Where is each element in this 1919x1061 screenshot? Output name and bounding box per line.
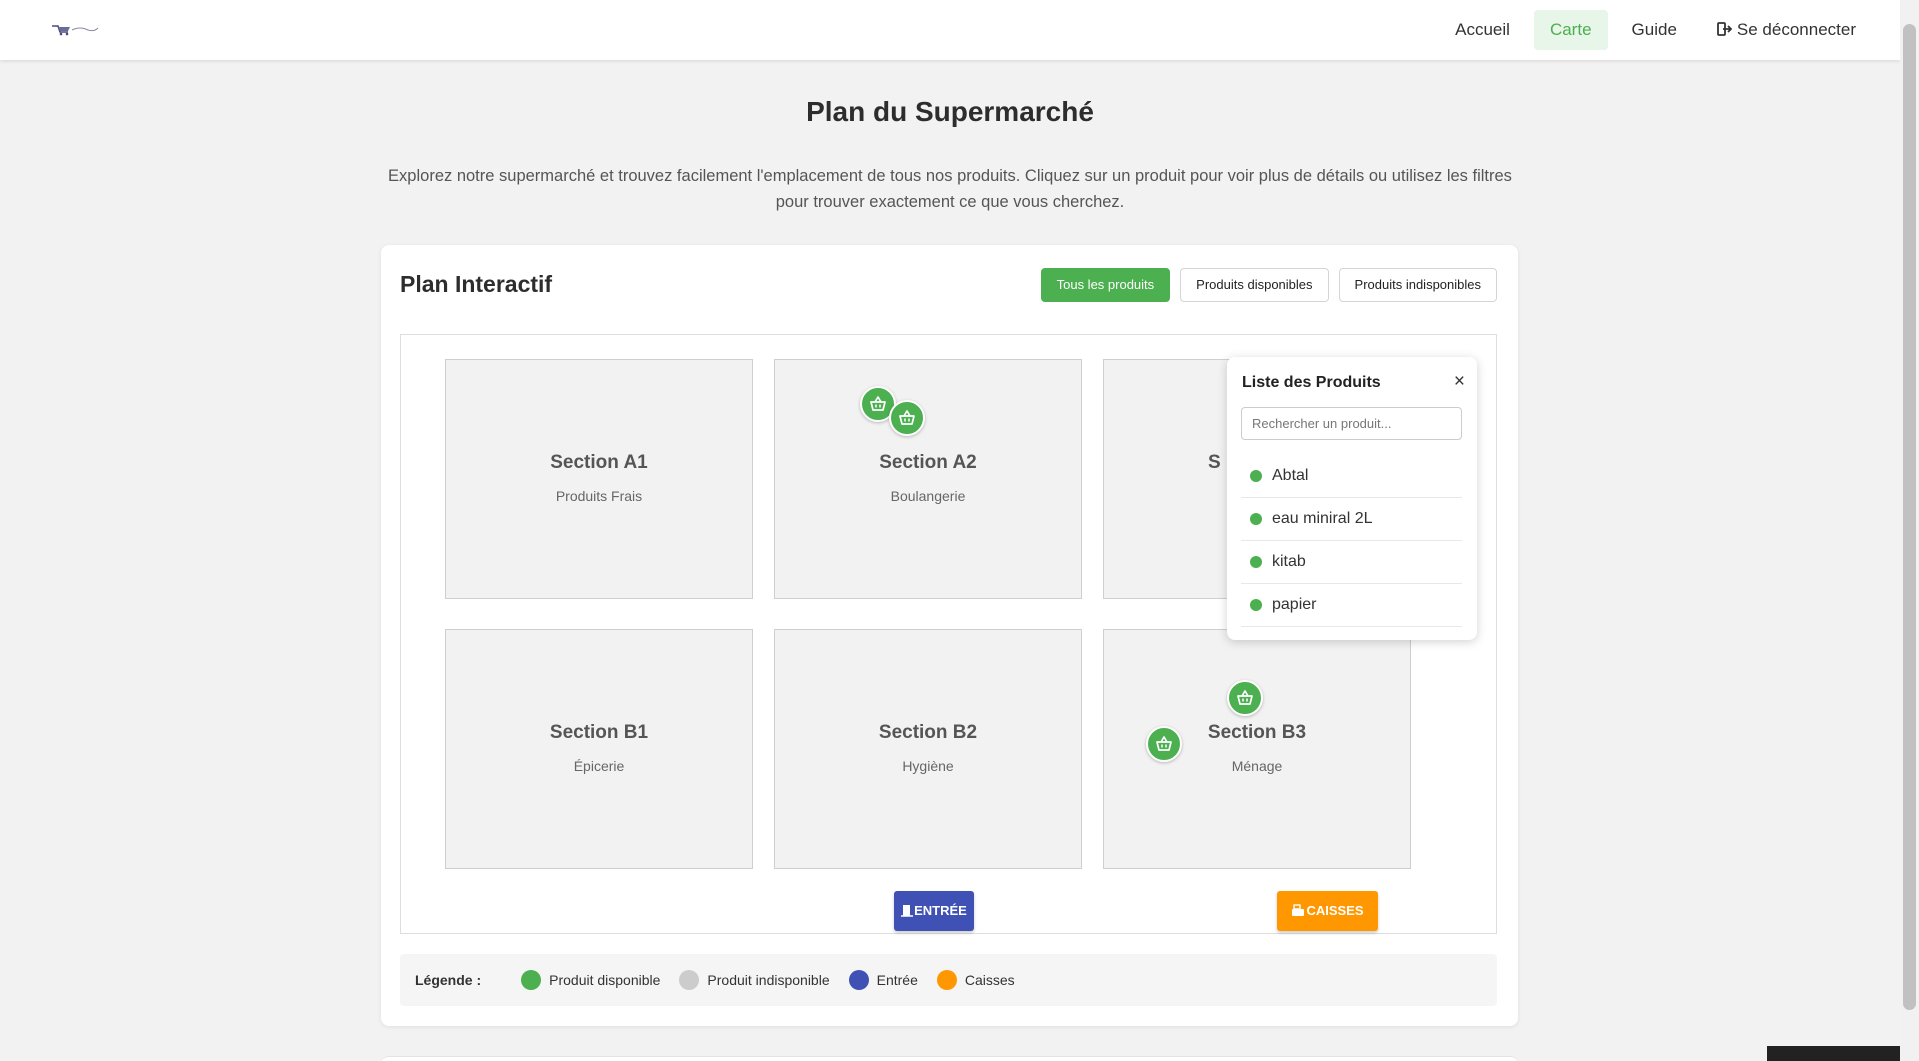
legend-dot [936, 970, 957, 990]
section-category: Hygiène [902, 758, 954, 774]
section-category: Épicerie [573, 758, 625, 774]
section-category: Produits Frais [555, 488, 643, 504]
logo-icon[interactable] [50, 22, 100, 36]
legend-dot [521, 970, 542, 990]
available-dot [1250, 599, 1262, 611]
nav-carte[interactable]: Carte [1533, 10, 1608, 50]
section-category: Ménage [1231, 758, 1283, 774]
cash-register-marker[interactable]: CAISSES [1277, 891, 1378, 931]
next-card [381, 1056, 1518, 1061]
basket-icon [899, 410, 915, 425]
legend-item-label: Produit disponible [549, 972, 661, 988]
product-list-title: Liste des Produits [1242, 374, 1381, 391]
logout-icon [1717, 11, 1733, 51]
legend-dot [848, 970, 869, 990]
section-name: Section B1 [549, 722, 649, 743]
legend: Légende : Produit disponible Produit ind… [400, 954, 1497, 1006]
filter-all-button[interactable]: Tous les produits [1040, 268, 1171, 302]
corner-overlay [1767, 1046, 1900, 1061]
legend-item-unavailable: Produit indisponible [679, 970, 830, 990]
available-dot [1250, 470, 1262, 482]
cash-label: CAISSES [1306, 903, 1364, 918]
section-a1[interactable]: Section A1 Produits Frais [445, 359, 753, 599]
entry-marker[interactable]: ENTRÉE [894, 891, 974, 931]
section-a2[interactable]: Section A2 Boulangerie [774, 359, 1082, 599]
filter-available-button[interactable]: Produits disponibles [1180, 268, 1329, 302]
legend-item-entry: Entrée [848, 970, 918, 990]
section-b1[interactable]: Section B1 Épicerie [445, 629, 753, 869]
nav-logout-label: Se déconnecter [1736, 20, 1856, 39]
section-category: Boulangerie [890, 488, 966, 504]
main-nav: Accueil Carte Guide Se déconnecter [1439, 10, 1872, 50]
section-name: Section A1 [550, 452, 648, 473]
product-name: Abtal [1272, 467, 1309, 484]
basket-icon [1237, 690, 1253, 705]
filter-group: Tous les produits Produits disponibles P… [1040, 268, 1497, 302]
legend-item-label: Produit indisponible [707, 972, 830, 988]
interactive-plan-card: Plan Interactif Tous les produits Produi… [381, 245, 1518, 1026]
product-name: kitab [1272, 553, 1306, 570]
product-name: eau miniral 2L [1272, 510, 1373, 527]
section-name: Section A2 [879, 452, 977, 473]
product-item[interactable]: kitab [1241, 541, 1462, 584]
page-title: Plan du Supermarché [806, 96, 1094, 127]
product-pin[interactable] [889, 400, 925, 436]
nav-guide[interactable]: Guide [1616, 10, 1693, 50]
close-icon[interactable]: × [1454, 371, 1465, 393]
product-item[interactable]: eau miniral 2L [1241, 498, 1462, 541]
legend-item-label: Entrée [876, 972, 918, 988]
page-description: Explorez notre supermarché et trouvez fa… [388, 167, 1512, 211]
legend-item-available: Produit disponible [521, 970, 660, 990]
product-item[interactable]: Abtal [1241, 455, 1462, 498]
legend-dot [679, 970, 700, 990]
legend-item-cash: Caisses [936, 970, 1015, 990]
section-b2[interactable]: Section B2 Hygiène [774, 629, 1082, 869]
scrollbar-thumb[interactable] [1903, 24, 1916, 1010]
product-name: papier [1272, 596, 1317, 613]
available-dot [1250, 556, 1262, 568]
top-navbar: Accueil Carte Guide Se déconnecter [0, 0, 1900, 60]
nav-accueil[interactable]: Accueil [1439, 10, 1526, 50]
legend-label: Légende : [415, 972, 482, 988]
nav-logout[interactable]: Se déconnecter [1701, 10, 1872, 50]
product-pin[interactable] [1227, 680, 1263, 716]
product-pin[interactable] [1146, 726, 1182, 762]
available-dot [1250, 513, 1262, 525]
section-name: Section B2 [878, 722, 978, 743]
scrollbar[interactable] [1900, 0, 1919, 1061]
door-icon [901, 905, 914, 917]
basket-icon [1156, 736, 1172, 751]
filter-unavailable-button[interactable]: Produits indisponibles [1338, 268, 1497, 302]
product-list-panel: Liste des Produits × Abtal eau miniral 2… [1227, 357, 1477, 640]
legend-item-label: Caisses [964, 972, 1015, 988]
plan-title: Plan Interactif [400, 271, 553, 297]
cash-register-icon [1292, 904, 1305, 916]
product-search-input[interactable] [1241, 407, 1462, 440]
product-item[interactable]: papier [1241, 584, 1462, 627]
entry-label: ENTRÉE [914, 903, 967, 918]
product-list: Abtal eau miniral 2L kitab papier [1241, 455, 1462, 627]
store-map: Section A1 Produits Frais Section A2 Bou… [400, 334, 1497, 934]
basket-icon [870, 396, 886, 411]
